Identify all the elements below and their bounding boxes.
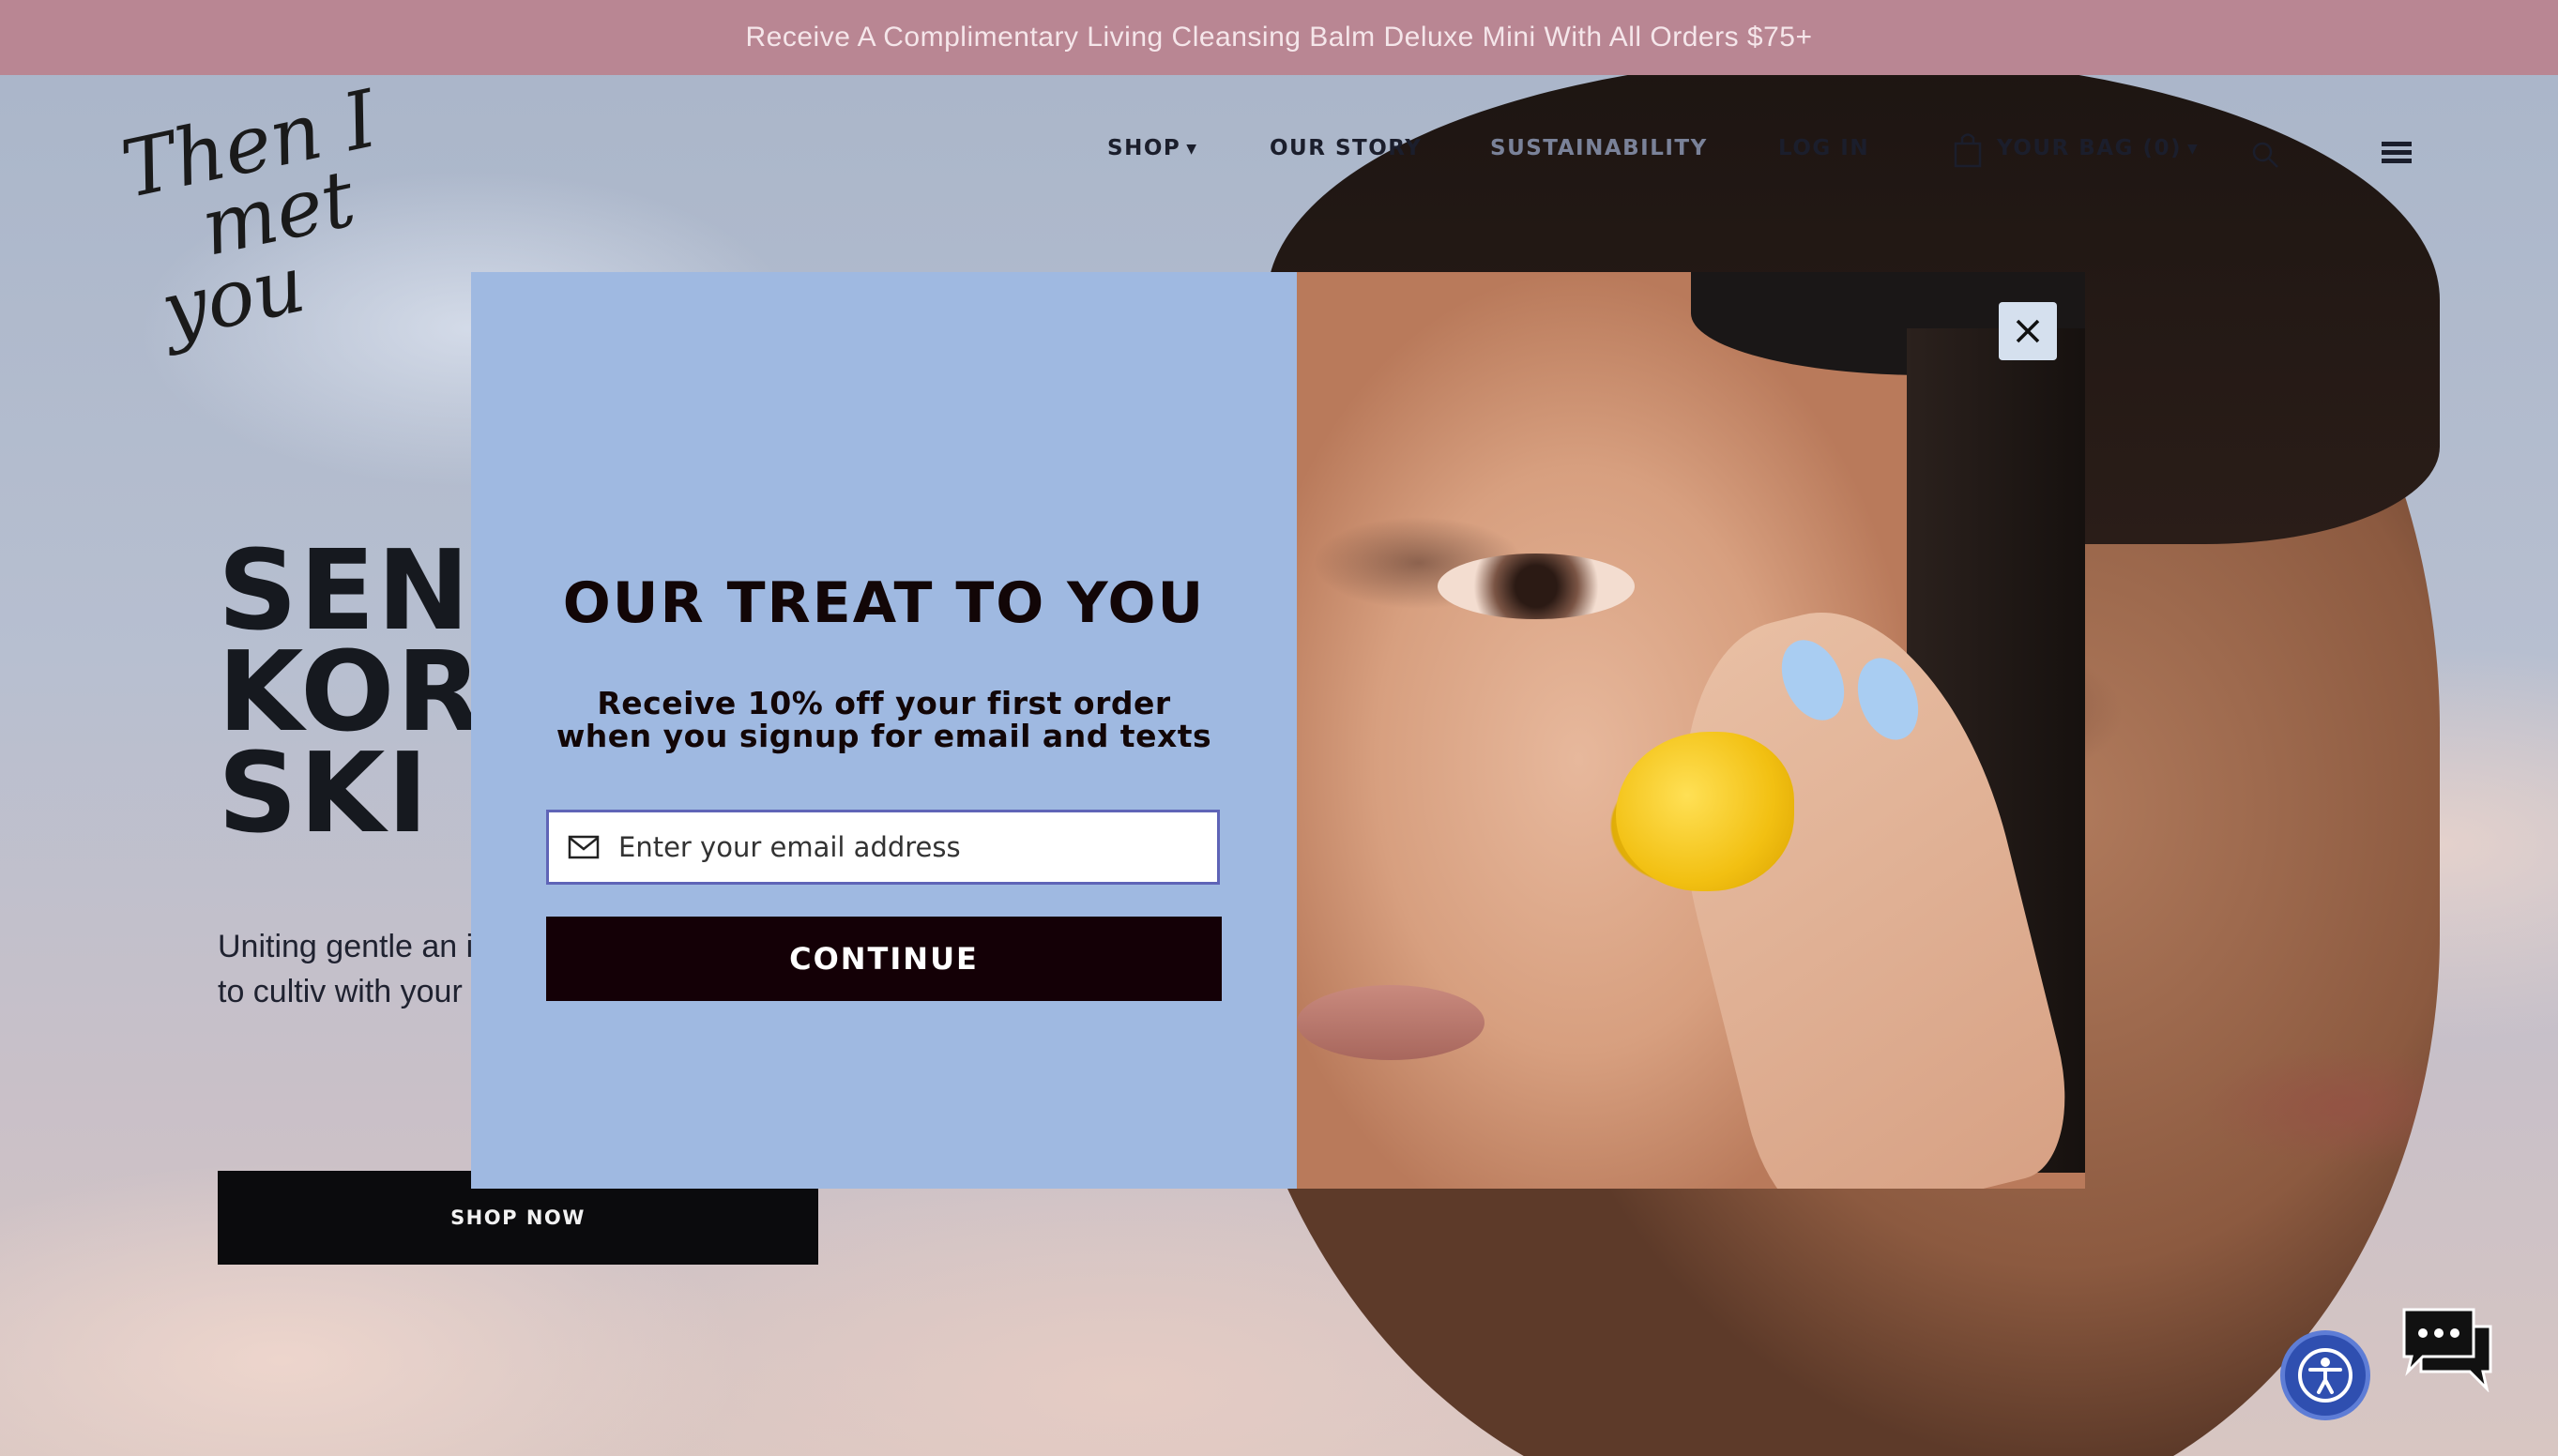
accessibility-button[interactable]	[2280, 1330, 2370, 1420]
nav-item-sustainability[interactable]: SUSTAINABILITY	[1490, 136, 1708, 160]
hero-title-line-2: KOR	[218, 627, 484, 756]
hero-title-line-3: SKI	[218, 728, 431, 857]
continue-label: CONTINUE	[789, 941, 979, 977]
close-modal-button[interactable]	[1999, 302, 2057, 360]
accessibility-icon	[2298, 1348, 2352, 1403]
modal-title: OUR TREAT TO YOU	[562, 570, 1206, 636]
image-eye	[1438, 554, 1635, 619]
nav-bag-label: YOUR BAG (0)	[1997, 136, 2183, 160]
nav-item-our-story[interactable]: OUR STORY	[1270, 136, 1422, 160]
shop-now-label: SHOP NOW	[450, 1206, 586, 1229]
nav-sustainability-label: SUSTAINABILITY	[1490, 136, 1708, 160]
nav-log-in-label: LOG IN	[1778, 136, 1870, 160]
main-nav: SHOP ▼ OUR STORY SUSTAINABILITY LOG IN YO…	[1107, 133, 2468, 174]
modal-product-image	[1297, 272, 2085, 1189]
hamburger-menu-icon[interactable]	[2382, 140, 2412, 166]
nav-our-story-label: OUR STORY	[1270, 136, 1423, 160]
logo-line-3: you	[153, 237, 312, 357]
promo-banner-text: Receive A Complimentary Living Cleansing…	[745, 22, 1813, 53]
nav-item-log-in[interactable]: LOG IN	[1778, 136, 1869, 160]
modal-subtitle: Receive 10% off your first order when yo…	[556, 685, 1212, 754]
search-icon[interactable]	[2250, 140, 2280, 170]
image-balm	[1616, 732, 1794, 891]
shopping-bag-icon[interactable]	[1952, 130, 1984, 168]
mail-icon	[568, 835, 600, 859]
hero-title-line-1: SEN	[218, 525, 472, 655]
signup-modal: OUR TREAT TO YOU Receive 10% off your fi…	[471, 272, 2085, 1189]
caret-down-icon: ▼	[1186, 142, 1198, 157]
email-field[interactable]	[546, 810, 1220, 885]
caret-down-icon: ▼	[2187, 142, 2200, 157]
hero-title: SEN KOR SKI	[218, 525, 484, 857]
image-lips	[1297, 985, 1485, 1060]
continue-button[interactable]: CONTINUE	[546, 917, 1222, 1001]
email-input[interactable]	[617, 830, 1183, 864]
nav-item-bag[interactable]: YOUR BAG (0) ▼	[1997, 136, 2199, 160]
modal-form-panel: OUR TREAT TO YOU Receive 10% off your fi…	[471, 272, 1297, 1189]
promo-banner[interactable]: Receive A Complimentary Living Cleansing…	[0, 0, 2558, 75]
nav-item-shop[interactable]: SHOP ▼	[1107, 136, 1198, 160]
nav-shop-label: SHOP	[1107, 136, 1181, 160]
chat-icon[interactable]	[2400, 1306, 2494, 1392]
close-icon	[2016, 319, 2040, 343]
